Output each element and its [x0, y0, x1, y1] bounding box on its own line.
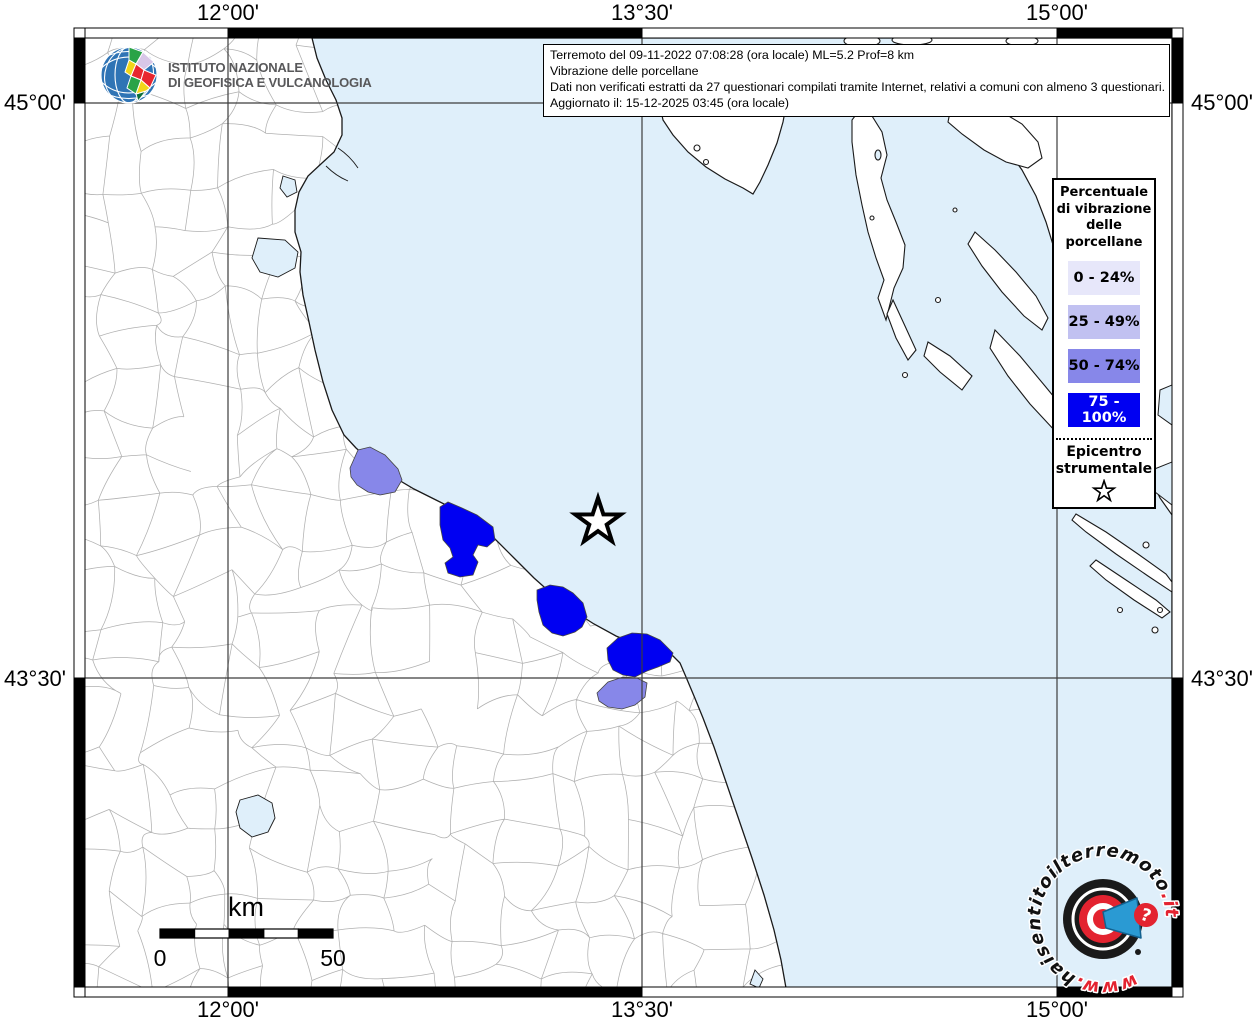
map-subject: Vibrazione delle porcellane: [550, 63, 699, 78]
legend-title-line: di vibrazione: [1056, 201, 1152, 217]
legend-epicenter-line1: Epicentro: [1066, 444, 1142, 460]
axis-bottom-15: 15°00': [1026, 997, 1088, 1022]
data-disclaimer: Dati non verificati estratti da 27 quest…: [550, 79, 1166, 94]
legend: Percentuale di vibrazione delle porcella…: [1052, 178, 1156, 509]
legend-star-icon: [1091, 479, 1117, 503]
scale-unit: km: [228, 892, 264, 922]
axis-top-15: 15°00': [1026, 0, 1088, 25]
legend-epicenter-line2: strumentale: [1055, 461, 1153, 477]
axis-left-4330: 43°30': [4, 666, 66, 691]
map-canvas: 12°00' 13°30' 15°00' 12°00' 13°30' 15°00…: [4, 0, 1253, 1022]
legend-class-25-49: 25 - 49%: [1068, 305, 1140, 339]
scale-end: 50: [320, 945, 346, 971]
legend-title-line: delle: [1086, 218, 1122, 233]
update-timestamp: Aggiornato il: 15-12-2025 03:45 (ora loc…: [550, 95, 790, 110]
legend-class-50-74: 50 - 74%: [1068, 349, 1140, 383]
legend-title-line: Percentuale: [1059, 185, 1149, 200]
axis-right-45: 45°00': [1191, 90, 1253, 115]
axis-right-4330: 43°30': [1191, 666, 1253, 691]
ingv-globe-icon: [100, 46, 158, 104]
axis-bottom-1330: 13°30': [611, 997, 673, 1022]
event-info-box: Terremoto del 09-11-2022 07:08:28 (ora l…: [543, 44, 1170, 117]
scale-start: 0: [154, 945, 167, 971]
legend-title: Percentuale di vibrazione delle porcella…: [1054, 185, 1154, 251]
ingv-name-line1: ISTITUTO NAZIONALE: [168, 60, 303, 75]
axis-bottom-12: 12°00': [197, 997, 259, 1022]
legend-title-line: porcellane: [1065, 234, 1143, 250]
ingv-name-line2: DI GEOFISICA E VULCANOLOGIA: [168, 75, 372, 90]
event-title: Terremoto del 09-11-2022 07:08:28 (ora l…: [550, 48, 915, 62]
legend-class-0-24: 0 - 24%: [1068, 261, 1140, 295]
axis-top-1330: 13°30': [611, 0, 673, 25]
ingv-logo: ISTITUTO NAZIONALE DI GEOFISICA E VULCAN…: [98, 44, 372, 106]
shakemap-page: 12°00' 13°30' 15°00' 12°00' 13°30' 15°00…: [0, 0, 1256, 1024]
legend-class-75-100: 75 - 100%: [1068, 393, 1140, 427]
axis-left-45: 45°00': [4, 90, 66, 115]
legend-divider: [1056, 438, 1152, 440]
axis-top-12: 12°00': [197, 0, 259, 25]
